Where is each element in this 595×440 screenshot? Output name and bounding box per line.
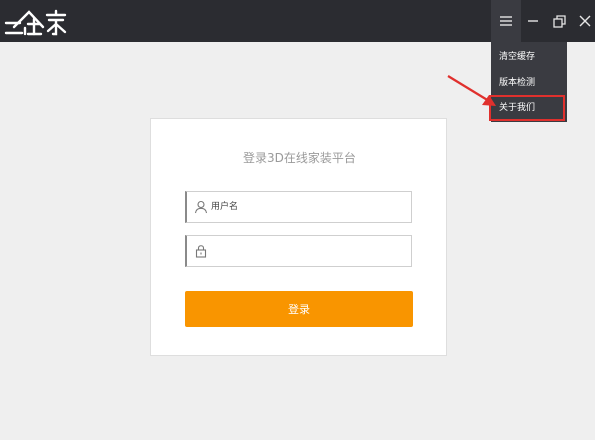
highlight-box: [489, 95, 565, 121]
menu-button[interactable]: [491, 0, 521, 42]
title-bar: [0, 0, 595, 42]
password-field[interactable]: [185, 235, 412, 267]
lock-icon: [195, 245, 207, 258]
username-field[interactable]: [185, 191, 412, 223]
app-logo: [4, 9, 67, 36]
restore-icon: [552, 14, 566, 28]
close-icon: [579, 15, 591, 27]
menu-item-clear-cache[interactable]: 清空缓存: [491, 44, 567, 70]
login-card: 登录3D在线家装平台 登录: [150, 118, 447, 356]
hamburger-icon: [500, 16, 512, 26]
login-title: 登录3D在线家装平台: [243, 151, 356, 165]
minimize-icon: [528, 20, 538, 22]
user-icon: [194, 200, 208, 214]
menu-item-version-check[interactable]: 版本检测: [491, 70, 567, 96]
password-input[interactable]: [211, 236, 409, 266]
login-button[interactable]: 登录: [185, 291, 413, 327]
annotation-arrow: [447, 75, 496, 106]
close-button[interactable]: [570, 0, 595, 42]
username-input[interactable]: [211, 192, 409, 222]
